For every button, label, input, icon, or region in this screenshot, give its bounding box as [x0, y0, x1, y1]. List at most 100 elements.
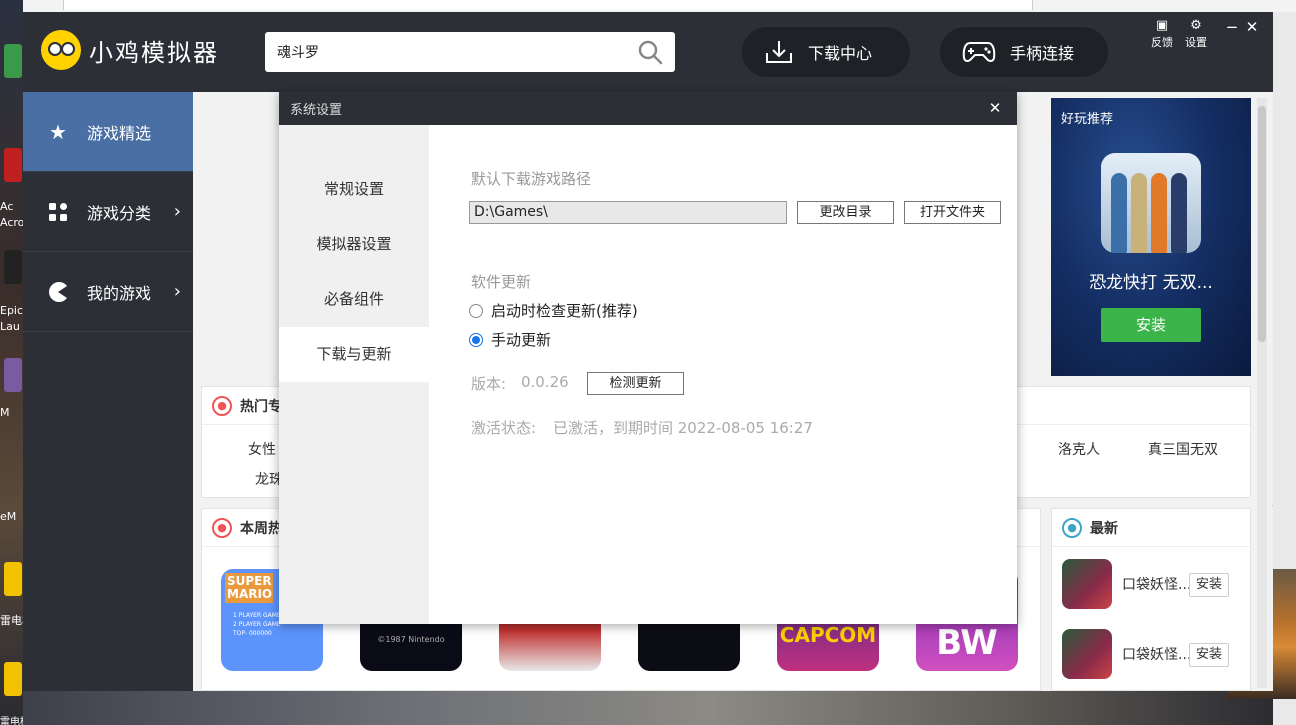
weekly-hot-title: 本周热 — [240, 520, 282, 537]
art-figure — [1171, 173, 1187, 253]
latest-item[interactable]: 口袋妖怪... — [1062, 629, 1191, 679]
radio-manual-update-label: 手动更新 — [491, 331, 552, 349]
promo-card[interactable]: 好玩推荐 恐龙快打 无双... 安装 — [1051, 98, 1251, 376]
hot-topics-title: 热门专 — [240, 398, 282, 415]
desktop-app-icon[interactable] — [4, 358, 22, 392]
latest-game-name: 口袋妖怪... — [1122, 647, 1192, 663]
star-icon: ★ — [49, 119, 67, 144]
desktop-background: Ac Acro Epic Lau M eM 雷电机 — [0, 0, 23, 725]
promo-install-button[interactable]: 安装 — [1101, 308, 1201, 342]
latest-game-icon — [1062, 559, 1112, 609]
topic-tag[interactable]: 真三国无双 — [1148, 439, 1218, 459]
sidebar-item-featured[interactable]: ★ 游戏精选 — [23, 92, 193, 172]
nav-components[interactable]: 必备组件 — [279, 272, 429, 327]
topic-tag[interactable]: 洛克人 — [1058, 439, 1100, 459]
sidebar-item-my-games[interactable]: 我的游戏 › — [23, 252, 193, 332]
desktop-label: Ac — [0, 200, 14, 213]
change-directory-button[interactable]: 更改目录 — [797, 201, 894, 224]
chevron-right-icon: › — [173, 281, 181, 302]
promo-game-icon — [1101, 153, 1201, 253]
download-icon — [766, 41, 792, 63]
search-icon[interactable] — [637, 39, 663, 65]
nav-emulator[interactable]: 模拟器设置 — [279, 217, 429, 272]
tile-caption: TOP- 000000 — [233, 630, 272, 637]
settings-dialog: 系统设置 ✕ 常规设置 模拟器设置 必备组件 下载与更新 默认下载游戏路径 D:… — [279, 92, 1017, 624]
close-window-button[interactable]: ✕ — [1243, 18, 1261, 36]
update-section-label: 软件更新 — [471, 273, 532, 291]
search-input[interactable]: 魂斗罗 — [265, 32, 675, 72]
gamepad-connect-button[interactable]: 手柄连接 — [940, 27, 1108, 77]
desktop-label: Lau — [0, 320, 20, 333]
share-icon[interactable]: < — [1271, 498, 1273, 514]
settings-button[interactable]: ⚙ 设置 — [1181, 18, 1211, 50]
nav-general[interactable]: 常规设置 — [279, 162, 429, 217]
app-title: 小鸡模拟器 — [89, 38, 219, 67]
background-window — [23, 0, 1296, 12]
desktop-epic-icon[interactable] — [4, 250, 22, 284]
version-value: 0.0.26 — [521, 373, 569, 391]
desktop-label: 雷电机 — [0, 614, 23, 627]
desktop-app-icon[interactable] — [4, 44, 22, 78]
promo-game-name: 恐龙快打 无双... — [1089, 273, 1213, 293]
activation-label: 激活状态: — [471, 419, 537, 437]
latest-game-name: 口袋妖怪... — [1122, 577, 1192, 593]
desktop-ldplayer-icon[interactable] — [4, 562, 22, 596]
search-value: 魂斗罗 — [277, 45, 319, 61]
fire-icon: ● — [212, 517, 232, 538]
radio-auto-update[interactable]: 启动时检查更新(推荐) — [469, 300, 638, 321]
desktop-label: Epic — [0, 304, 23, 317]
gamepad-connect-label: 手柄连接 — [1010, 44, 1075, 63]
gear-icon: ⚙ — [1190, 18, 1202, 33]
open-folder-button[interactable]: 打开文件夹 — [904, 201, 1001, 224]
desktop-label: eM — [0, 510, 17, 523]
settings-body: 默认下载游戏路径 D:\Games\ 更改目录 打开文件夹 软件更新 启动时检查… — [429, 125, 1017, 624]
latest-game-icon — [1062, 629, 1112, 679]
latest-install-button[interactable]: 安装 — [1189, 573, 1229, 597]
minimize-button[interactable]: − — [1223, 18, 1241, 36]
tile-caption: ©1987 Nintendo — [377, 635, 445, 644]
feedback-label: 反馈 — [1151, 36, 1173, 49]
latest-install-button[interactable]: 安装 — [1189, 643, 1229, 667]
nav-download-update[interactable]: 下载与更新 — [279, 327, 429, 382]
radio-auto-update-label: 启动时检查更新(推荐) — [491, 302, 638, 320]
art-figure — [1151, 173, 1167, 253]
settings-label: 设置 — [1185, 36, 1207, 49]
check-update-button[interactable]: 检测更新 — [587, 372, 684, 395]
version-label: 版本: — [471, 375, 507, 393]
top-bar: 小鸡模拟器 魂斗罗 下载中心 手柄连接 ▣ 反馈 ⚙ 设置 − ✕ — [23, 12, 1273, 92]
latest-title: 最新 — [1090, 520, 1118, 537]
latest-item[interactable]: 口袋妖怪... — [1062, 559, 1191, 609]
tile-title: BW — [936, 623, 998, 663]
activation-value: 已激活，到期时间 2022-08-05 16:27 — [553, 419, 813, 437]
sidebar-item-categories[interactable]: 游戏分类 › — [23, 172, 193, 252]
clock-icon: ● — [1062, 517, 1082, 538]
desktop-wallpaper — [23, 691, 1273, 725]
sidebar: ★ 游戏精选 游戏分类 › 我的游戏 › — [23, 92, 193, 691]
dialog-title: 系统设置 — [290, 103, 343, 118]
feedback-button[interactable]: ▣ 反馈 — [1147, 18, 1177, 50]
desktop-ldplayer-icon[interactable] — [4, 662, 22, 696]
sidebar-item-label: 游戏分类 — [87, 203, 152, 223]
sidebar-item-label: 游戏精选 — [87, 123, 152, 143]
scrollbar-thumb[interactable] — [1258, 106, 1266, 342]
background-window-bar — [63, 0, 1033, 10]
latest-panel: ● 最新 口袋妖怪... 安装 口袋妖怪... 安装 — [1051, 508, 1251, 691]
desktop-label: M — [0, 406, 10, 419]
grid-icon — [47, 201, 69, 223]
radio-manual-update-circle[interactable] — [469, 332, 483, 347]
desktop-label: 雷电模拟器4 — [0, 717, 23, 725]
desktop-label: Acro — [0, 216, 23, 229]
dialog-titlebar: 系统设置 ✕ — [279, 92, 1017, 125]
dialog-close-button[interactable]: ✕ — [987, 99, 1003, 117]
radio-auto-update-circle[interactable] — [469, 303, 483, 318]
topic-tag[interactable]: 女性 — [248, 439, 276, 459]
download-center-button[interactable]: 下载中心 — [742, 27, 910, 77]
settings-nav: 常规设置 模拟器设置 必备组件 下载与更新 — [279, 125, 429, 624]
tile-title: CAPCOM — [779, 623, 877, 647]
download-path-field[interactable]: D:\Games\ — [469, 201, 787, 224]
radio-manual-update[interactable]: 手动更新 — [469, 329, 551, 350]
art-figure — [1131, 173, 1147, 253]
sidebar-item-label: 我的游戏 — [87, 283, 152, 303]
desktop-acrobat-icon[interactable] — [4, 148, 22, 182]
latest-header: ● 最新 — [1052, 509, 1250, 547]
